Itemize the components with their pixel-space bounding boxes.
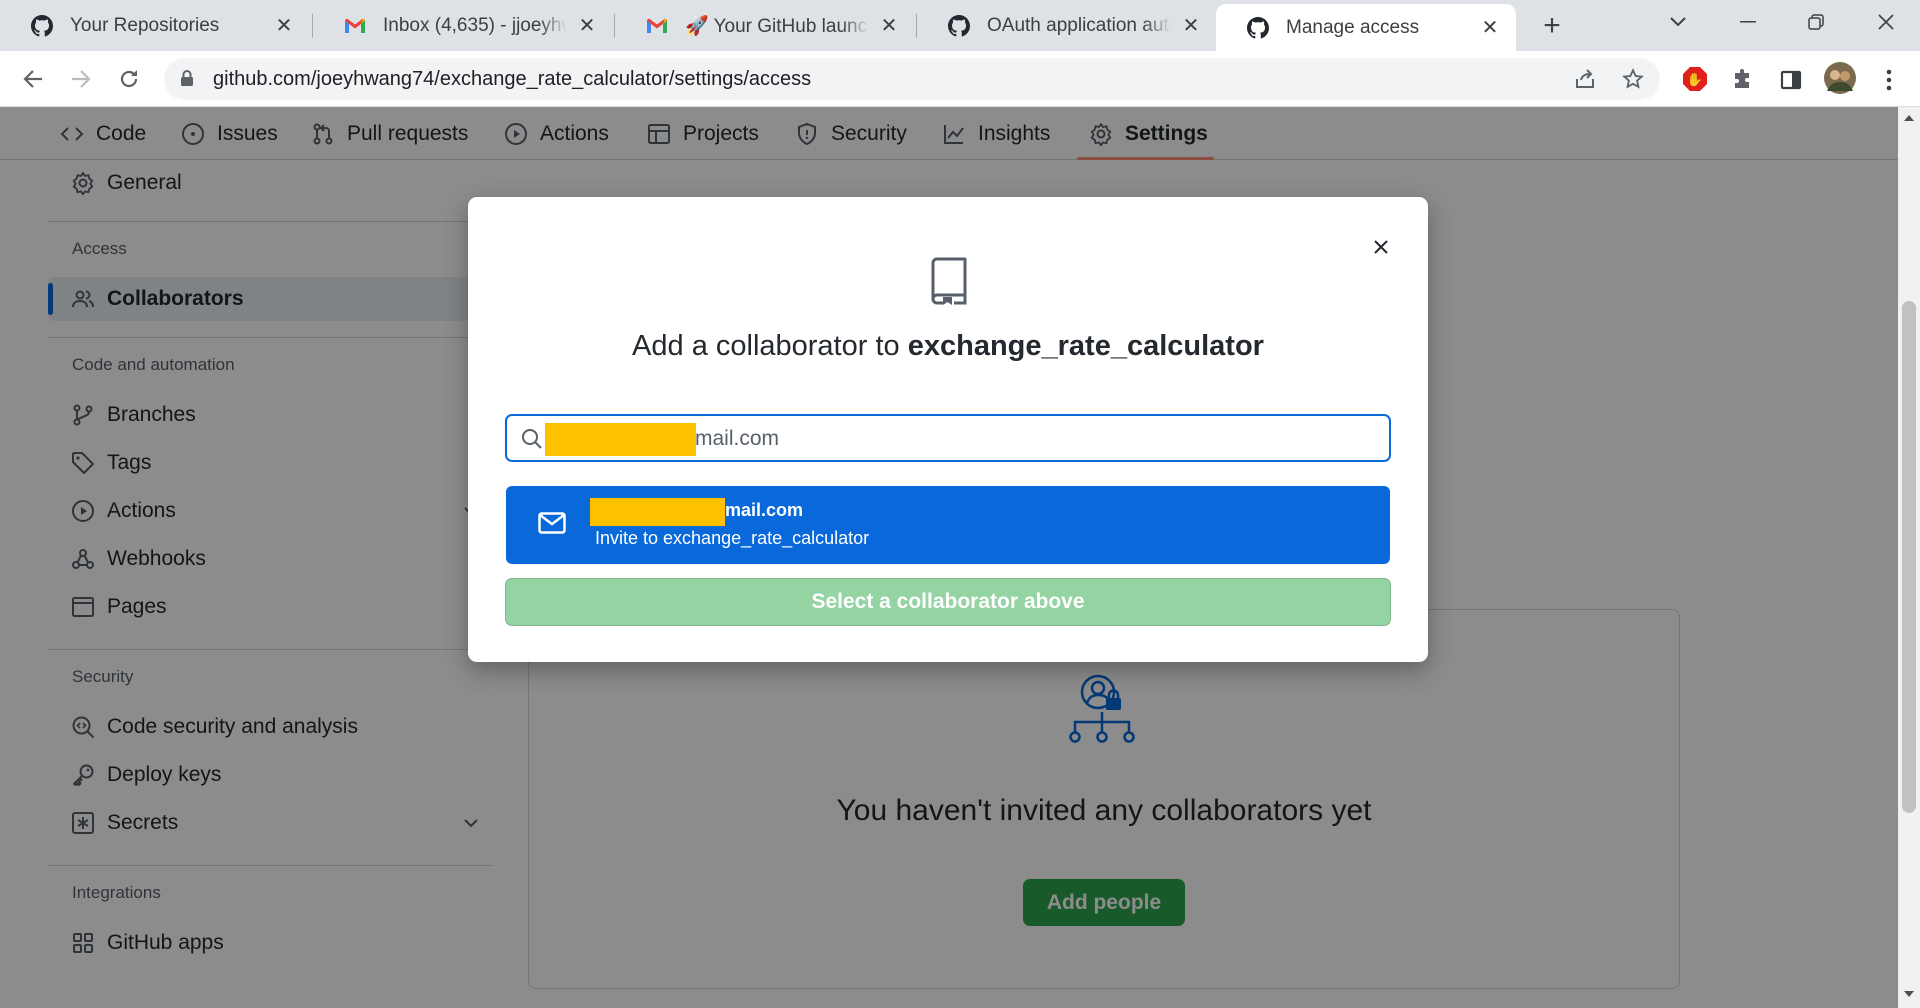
tab-title: Your Repositories [70,14,220,36]
tab-search-icon[interactable] [1654,8,1702,36]
redaction-block [590,498,725,526]
search-icon [522,429,542,449]
browser-toolbar: github.com/joeyhwang74/exchange_rate_cal… [0,51,1920,107]
tab-title: Inbox (4,635) - jjoeyhwang [383,14,567,36]
browser-tab[interactable]: Your Repositories ✕ [0,0,310,51]
tab-title: OAuth application authorized [987,14,1171,36]
tab-close-icon[interactable]: ✕ [877,14,901,38]
close-icon[interactable] [1365,231,1397,263]
share-icon[interactable] [1574,68,1596,90]
tab-close-icon[interactable]: ✕ [1478,16,1502,40]
github-icon [947,14,971,38]
minimize-icon[interactable] [1724,8,1772,36]
close-window-icon[interactable] [1862,8,1910,36]
gmail-icon [645,14,669,38]
browser-tab[interactable]: OAuth application authorized ✕ [917,0,1217,51]
scrollbar-thumb[interactable] [1902,301,1916,813]
select-collaborator-button[interactable]: Select a collaborator above [505,578,1391,626]
back-button[interactable] [16,62,50,96]
scroll-up-arrow-icon[interactable] [1904,115,1914,121]
search-input-value: mail.com [695,427,780,450]
page-scrollbar[interactable] [1898,107,1920,1008]
lock-icon[interactable] [180,69,194,92]
add-collaborator-dialog: Add a collaborator to exchange_rate_calc… [468,197,1428,662]
gmail-icon [343,14,367,38]
adblock-extension-icon[interactable]: ✋ [1682,66,1708,92]
suggestion-email: mail.com [725,500,804,520]
collaborator-search-input[interactable]: mail.com [505,414,1391,462]
extensions-puzzle-icon[interactable] [1730,67,1756,93]
address-bar[interactable]: github.com/joeyhwang74/exchange_rate_cal… [164,58,1660,100]
tab-close-icon[interactable]: ✕ [272,14,296,38]
url-text: github.com/joeyhwang74/exchange_rate_cal… [213,68,811,91]
github-icon [1246,16,1270,40]
tab-title: 🚀 Your GitHub launch code [685,15,869,37]
dialog-title: Add a collaborator to exchange_rate_calc… [468,330,1428,363]
restore-icon[interactable] [1792,8,1840,36]
new-tab-button[interactable]: + [1536,9,1568,42]
browser-tab-active[interactable]: Manage access ✕ [1216,4,1516,51]
forward-button[interactable] [64,62,98,96]
mail-icon [538,512,566,534]
suggestion-item[interactable]: mail.com Invite to exchange_rate_calcula… [506,486,1390,564]
browser-tab[interactable]: Inbox (4,635) - jjoeyhwang ✕ [313,0,613,51]
url-path: /joeyhwang74/exchange_rate_calculator/se… [310,68,812,90]
redaction-block [545,423,696,456]
browser-tab[interactable]: 🚀 Your GitHub launch code ✕ [615,0,915,51]
repo-icon [931,257,967,305]
chrome-menu-icon[interactable] [1876,67,1902,93]
browser-tab-strip: Your Repositories ✕ Inbox (4,635) - jjoe… [0,0,1920,51]
dialog-title-prefix: Add a collaborator to [632,330,900,362]
bookmark-star-icon[interactable] [1622,68,1644,90]
scroll-down-arrow-icon[interactable] [1904,991,1914,997]
url-host: github.com [213,68,311,90]
svg-text:✋: ✋ [1687,72,1703,88]
tab-close-icon[interactable]: ✕ [575,14,599,38]
tab-close-icon[interactable]: ✕ [1179,14,1203,38]
reload-button[interactable] [112,62,146,96]
suggestion-subtext: Invite to exchange_rate_calculator [595,528,870,548]
side-panel-icon[interactable] [1778,67,1804,93]
dialog-repo-name: exchange_rate_calculator [907,330,1264,362]
profile-avatar[interactable] [1823,61,1857,95]
github-icon [30,14,54,38]
tab-title: Manage access [1286,16,1420,38]
